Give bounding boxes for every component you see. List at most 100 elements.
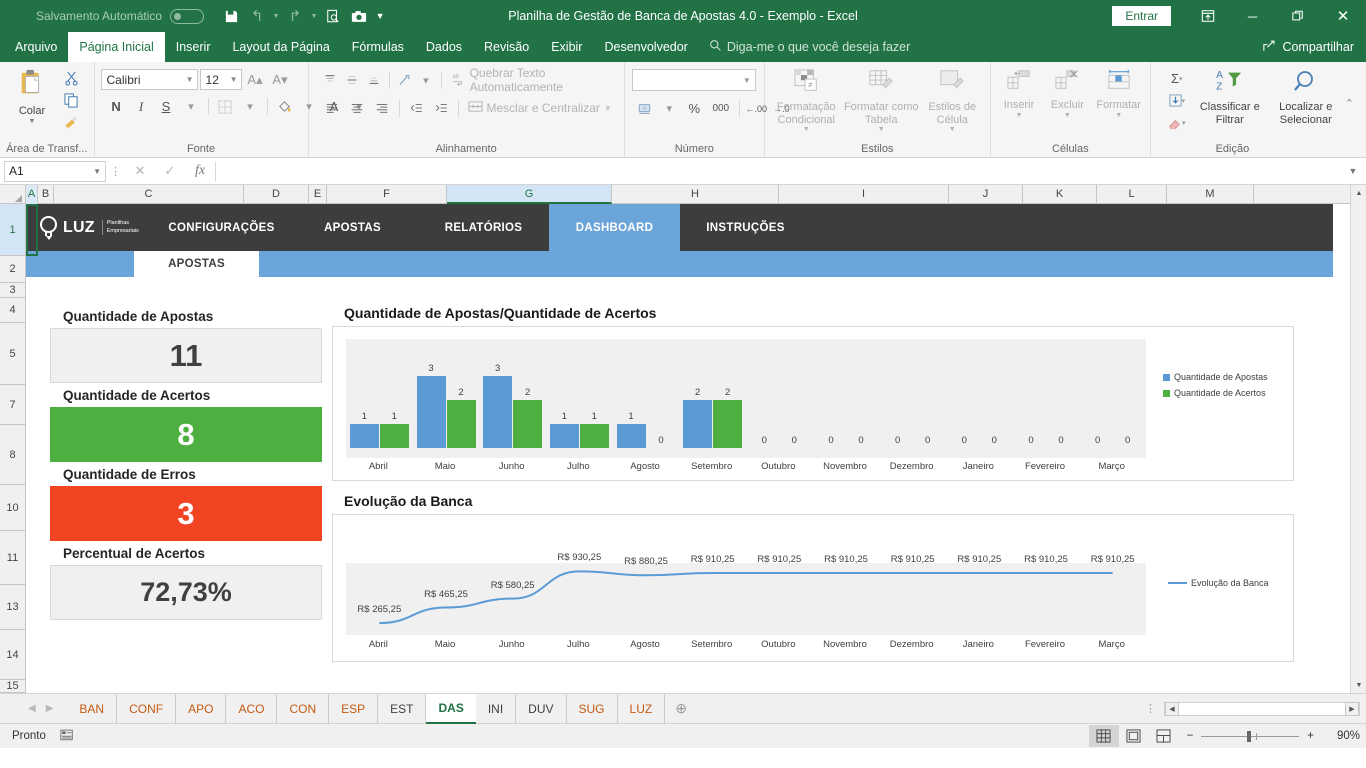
cancel-entry-icon[interactable]: ✕ [125, 163, 155, 179]
italic-button[interactable]: I [130, 96, 153, 117]
autosave-toggle[interactable] [170, 8, 205, 24]
orientation-icon[interactable] [394, 70, 414, 91]
row-header-3[interactable]: 3 [0, 283, 25, 298]
expand-formula-bar-icon[interactable]: ▼ [1344, 166, 1362, 176]
accounting-dropdown-icon[interactable]: ▾ [658, 98, 681, 119]
tell-me-search[interactable]: Diga-me o que você deseja fazer [699, 32, 920, 62]
decrease-indent-icon[interactable] [405, 98, 428, 119]
cut-icon[interactable] [60, 68, 82, 89]
sheet-tab-ban[interactable]: BAN [67, 693, 118, 724]
share-button[interactable]: Compartilhar [1263, 32, 1366, 62]
redo-icon[interactable]: ↱ [282, 3, 308, 29]
ribbon-tab-formulas[interactable]: Fórmulas [341, 32, 415, 62]
sign-in-button[interactable]: Entrar [1112, 6, 1171, 26]
row-header-13[interactable]: 13 [0, 585, 25, 630]
format-cells-button[interactable]: Formatar ▼ [1092, 65, 1146, 120]
column-header-F[interactable]: F [327, 185, 447, 204]
autosum-icon[interactable]: Σ ▾ [1161, 68, 1193, 89]
sheet-tab-ini[interactable]: INI [476, 693, 517, 724]
delete-cells-button[interactable]: Excluir ▼ [1043, 65, 1091, 120]
column-header-H[interactable]: H [612, 185, 779, 204]
row-header-4[interactable]: 4 [0, 298, 25, 323]
column-header-B[interactable]: B [38, 185, 54, 204]
row-header-7[interactable]: 7 [0, 385, 25, 425]
nav-item-configuracoes[interactable]: CONFIGURAÇÕES [156, 204, 287, 251]
scroll-down-icon[interactable]: ▼ [1351, 677, 1366, 693]
zoom-in-button[interactable]: + [1307, 730, 1314, 742]
underline-dropdown-icon[interactable]: ▾ [180, 96, 203, 117]
zoom-track[interactable] [1201, 730, 1300, 742]
row-header-14[interactable]: 14 [0, 630, 25, 680]
sheet-tab-apo[interactable]: APO [176, 693, 227, 724]
close-button[interactable]: ✕ [1320, 0, 1366, 32]
confirm-entry-icon[interactable]: ✓ [155, 163, 185, 179]
align-right-icon[interactable] [371, 98, 394, 119]
accessibility-icon[interactable] [60, 728, 74, 744]
page-layout-view-button[interactable] [1119, 725, 1149, 747]
customize-qat-icon[interactable]: ▼ [372, 3, 388, 29]
ribbon-tab-dados[interactable]: Dados [415, 32, 473, 62]
save-icon[interactable] [218, 3, 244, 29]
row-header-11[interactable]: 11 [0, 531, 25, 585]
ribbon-tab-exibir[interactable]: Exibir [540, 32, 593, 62]
decrease-font-size-icon[interactable]: A▾ [269, 69, 292, 90]
zoom-thumb[interactable] [1247, 730, 1252, 742]
column-header-I[interactable]: I [779, 185, 949, 204]
subtab-apostas[interactable]: APOSTAS [134, 251, 259, 277]
font-size-combo[interactable]: 12 ▼ [199, 69, 242, 90]
sheet-tab-con[interactable]: CON [277, 693, 330, 724]
normal-view-button[interactable] [1088, 725, 1119, 747]
row-header-5[interactable]: 5 [0, 323, 25, 385]
align-left-icon[interactable] [321, 98, 344, 119]
formula-bar-grip[interactable]: ⋮ [106, 165, 125, 178]
next-sheet-icon[interactable]: ▶ [46, 703, 54, 714]
zoom-slider[interactable]: − + [1179, 730, 1322, 742]
sheet-tab-esp[interactable]: ESP [329, 693, 379, 724]
underline-button[interactable]: S [155, 96, 178, 117]
sheet-tab-das[interactable]: DAS [426, 693, 476, 724]
ribbon-tab-revisao[interactable]: Revisão [473, 32, 540, 62]
camera-icon[interactable] [346, 3, 372, 29]
paste-button[interactable]: Colar ▼ [4, 65, 60, 126]
collapse-ribbon-icon[interactable]: ⌃ [1345, 97, 1362, 110]
minimize-button[interactable]: ─ [1230, 0, 1275, 32]
sheet-tab-sug[interactable]: SUG [567, 693, 618, 724]
sheet-tab-aco[interactable]: ACO [226, 693, 278, 724]
column-header-L[interactable]: L [1097, 185, 1167, 204]
nav-item-relatorios[interactable]: RELATÓRIOS [418, 204, 549, 251]
page-break-preview-button[interactable] [1149, 725, 1179, 747]
vertical-scrollbar[interactable]: ▲ ▼ [1350, 185, 1366, 693]
align-top-icon[interactable] [321, 70, 341, 91]
insert-function-icon[interactable]: fx [185, 163, 215, 179]
borders-dropdown-icon[interactable]: ▾ [239, 96, 262, 117]
scroll-up-icon[interactable]: ▲ [1351, 185, 1366, 201]
row-header-1[interactable]: 1 [0, 204, 25, 256]
row-header-2[interactable]: 2 [0, 256, 25, 283]
column-header-D[interactable]: D [244, 185, 309, 204]
ribbon-tab-arquivo[interactable]: Arquivo [4, 32, 68, 62]
percent-style-button[interactable]: % [683, 98, 706, 119]
ribbon-tab-layout-da-pagina[interactable]: Layout da Página [221, 32, 340, 62]
row-header-10[interactable]: 10 [0, 485, 25, 531]
conditional-formatting-button[interactable]: ≠ Formatação Condicional ▼ [769, 65, 844, 134]
column-header-G[interactable]: G [447, 185, 612, 204]
copy-icon[interactable] [60, 90, 82, 111]
font-name-combo[interactable]: Calibri ▼ [100, 69, 198, 90]
nav-item-instrucoes[interactable]: INSTRUÇÕES [680, 204, 811, 251]
sheet-nav-arrows[interactable]: ◀ ▶ [8, 703, 67, 714]
comma-style-button[interactable]: 000 [708, 98, 734, 119]
active-cell-a1[interactable] [26, 204, 38, 256]
ribbon-tab-desenvolvedor[interactable]: Desenvolvedor [593, 32, 698, 62]
nav-item-dashboard[interactable]: DASHBOARD [549, 204, 680, 251]
scroll-left-icon[interactable]: ◀ [1165, 701, 1179, 716]
increase-font-size-icon[interactable]: A▴ [244, 69, 267, 90]
fill-color-icon[interactable] [273, 96, 296, 117]
column-header-E[interactable]: E [309, 185, 327, 204]
ribbon-tab-pagina-inicial[interactable]: Página Inicial [68, 32, 165, 62]
previous-sheet-icon[interactable]: ◀ [28, 703, 36, 714]
number-format-combo[interactable]: ▼ [631, 69, 756, 91]
zoom-level[interactable]: 90% [1322, 730, 1360, 742]
add-sheet-icon[interactable]: ⊕ [665, 700, 697, 717]
align-middle-icon[interactable] [342, 70, 362, 91]
borders-icon[interactable] [214, 96, 237, 117]
